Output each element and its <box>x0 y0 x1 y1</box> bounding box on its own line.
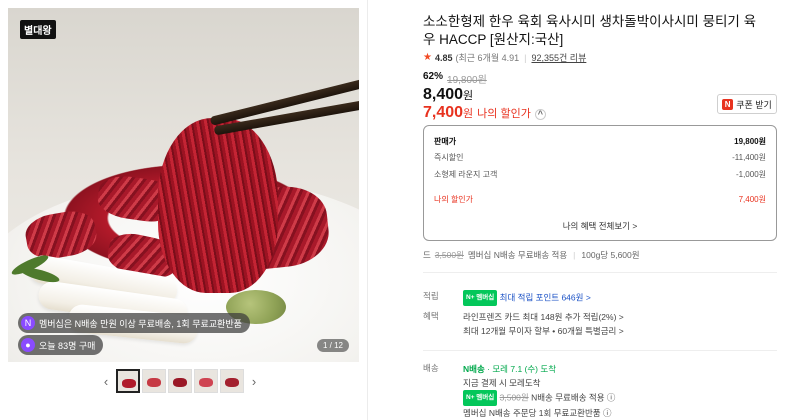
delivery-free-text: N배송 무료배송 적용 ⓘ <box>531 392 616 403</box>
price-row-label: 즉시할인 <box>434 153 464 162</box>
perks-label: 혜택 <box>423 311 439 321</box>
thumbnail[interactable] <box>116 369 140 393</box>
discount-row: 62% 19,800원 <box>423 71 487 86</box>
membership-chip-text: 멤버십은 N배송 만원 이상 무료배송, 1회 무료교환반품 <box>39 318 242 329</box>
price-breakdown-box: 판매가 19,800원 즉시할인 -11,400원 소형제 라운지 고객 -1,… <box>423 125 777 241</box>
star-icon: ★ <box>423 52 432 63</box>
review-count-link[interactable]: 92,355건 리뷰 <box>531 51 586 64</box>
view-all-benefits-link[interactable]: 나의 혜택 전체보기 > <box>424 220 776 232</box>
thumbnail-strip: ‹ › <box>98 369 262 393</box>
price-row: 즉시할인 -11,400원 <box>434 152 766 163</box>
column-divider <box>367 0 368 420</box>
my-price-row: 나의 할인가 7,400원 <box>434 194 766 205</box>
brand-tag: 별대왕 <box>20 20 56 39</box>
delivery-body: N배송 · 모레 7.1 (수) 도착 지금 결제 시 모레도착 N+ 멤버십 … <box>463 362 763 420</box>
section-divider <box>423 350 777 351</box>
sale-price-value: 8,400 <box>423 86 464 103</box>
section-divider <box>423 272 777 273</box>
chevron-left-icon[interactable]: ‹ <box>98 374 114 389</box>
shipping-prefix: 드 <box>423 250 431 260</box>
lifted-meat-image <box>158 118 278 293</box>
sale-price: 8,400원 <box>423 86 473 104</box>
delivery-return-note: 멤버십 N배송 주문당 1회 무료교환반품 ⓘ <box>463 408 612 418</box>
price-row-label: 판매가 <box>434 137 457 146</box>
delivery-label: 배송 <box>423 363 439 373</box>
membership-badge: N+ 멤버십 <box>463 290 498 306</box>
price-row-value: 7,400원 <box>738 195 766 204</box>
thumbnail[interactable] <box>194 369 218 393</box>
points-text: 최대 적립 포인트 646원 > <box>499 292 591 303</box>
points-label: 적립 <box>423 291 439 301</box>
coupon-button[interactable]: N 쿠폰 받기 <box>717 94 777 114</box>
rating-row: ★ 4.85 (최근 6개월 4.91 | 92,355건 리뷰 <box>423 51 586 64</box>
delivery-date: · 모레 7.1 (수) 도착 <box>487 364 557 374</box>
thumbnail[interactable] <box>168 369 192 393</box>
n-icon: N <box>722 98 734 110</box>
my-discount-price[interactable]: 7,400원 나의 할인가 ^ <box>423 104 546 122</box>
price-row-label: 나의 할인가 <box>434 195 474 204</box>
shipping-unit-row: 드 3,500원 멤버십 N배송 무료배송 적용 | 100g당 5,600원 <box>423 249 640 261</box>
membership-chip: N 멤버십은 N배송 만원 이상 무료배송, 1회 무료교환반품 <box>18 313 250 333</box>
price-row-label: 소형제 라운지 고객 <box>434 170 498 179</box>
price-row-value: -11,400원 <box>732 153 766 162</box>
perk-installment-link[interactable]: 최대 12개월 무이자 할부 • 60개월 특별금리 > <box>463 324 763 338</box>
image-page-counter: 1 / 12 <box>316 339 349 352</box>
coupon-button-label: 쿠폰 받기 <box>736 99 772 110</box>
my-price-unit: 원 <box>463 108 474 120</box>
delivery-fee-strike: 3,500원 <box>499 392 529 403</box>
unit-price: 100g당 5,600원 <box>581 250 640 260</box>
price-row-value: -1,000원 <box>735 170 766 179</box>
points-body[interactable]: N+ 멤버십 최대 적립 포인트 646원 > <box>463 290 763 306</box>
original-price: 19,800원 <box>447 75 487 86</box>
divider: | <box>573 250 576 260</box>
thumbnail[interactable] <box>142 369 166 393</box>
shipping-fee-strike: 3,500원 <box>434 250 464 260</box>
delivery-note: 지금 결제 시 모레도착 <box>463 378 541 388</box>
my-price-value: 7,400 <box>423 104 464 121</box>
purchase-count-chip: ● 오늘 83명 구매 <box>18 335 104 355</box>
membership-badge: N+ 멤버십 <box>463 390 498 406</box>
rating-recent: (최근 6개월 4.91 <box>455 53 520 63</box>
divider: | <box>524 52 527 63</box>
chevron-up-icon[interactable]: ^ <box>534 108 546 120</box>
sale-price-unit: 원 <box>463 90 474 102</box>
n-delivery-badge: N배송 <box>463 364 485 374</box>
price-row: 소형제 라운지 고객 -1,000원 <box>434 169 766 180</box>
shipping-free-text: 멤버십 N배송 무료배송 적용 <box>467 250 568 260</box>
price-row: 판매가 19,800원 <box>434 136 766 147</box>
my-price-label: 나의 할인가 <box>477 108 531 120</box>
purchase-count-text: 오늘 83명 구매 <box>39 340 96 351</box>
rating-score: 4.85 <box>434 52 453 63</box>
product-title: 소소한형제 한우 육회 육사시미 생차돌박이사시미 뭉티기 육우 HACCP [… <box>423 14 757 47</box>
perk-card-link[interactable]: 라인프렌즈 카드 최대 148원 추가 적립(2%) > <box>463 310 763 324</box>
price-row-value: 19,800원 <box>734 137 766 146</box>
n-icon: N <box>21 316 35 330</box>
people-icon: ● <box>21 338 35 352</box>
chevron-right-icon[interactable]: › <box>246 374 262 389</box>
perks-body: 라인프렌즈 카드 최대 148원 추가 적립(2%) > 최대 12개월 무이자… <box>463 310 763 338</box>
thumbnail[interactable] <box>220 369 244 393</box>
product-main-image[interactable]: 별대왕 N 멤버십은 N배송 만원 이상 무료배송, 1회 무료교환반품 ● 오… <box>8 8 359 362</box>
discount-percent: 62% <box>423 71 444 82</box>
